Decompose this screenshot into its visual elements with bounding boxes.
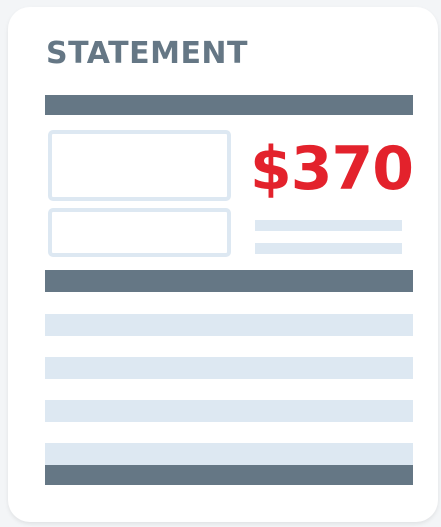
info-line: [255, 220, 402, 231]
table-row: [45, 314, 413, 336]
address-box: [48, 130, 231, 201]
amount-due: $370: [250, 134, 414, 204]
statement-title: STATEMENT: [46, 36, 249, 71]
footer-bar: [45, 465, 413, 485]
table-header-bar: [45, 270, 413, 292]
info-line: [255, 243, 402, 254]
table-row: [45, 357, 413, 379]
table-row: [45, 400, 413, 422]
table-row: [45, 443, 413, 465]
details-box: [48, 208, 231, 257]
header-bar: [45, 95, 413, 115]
